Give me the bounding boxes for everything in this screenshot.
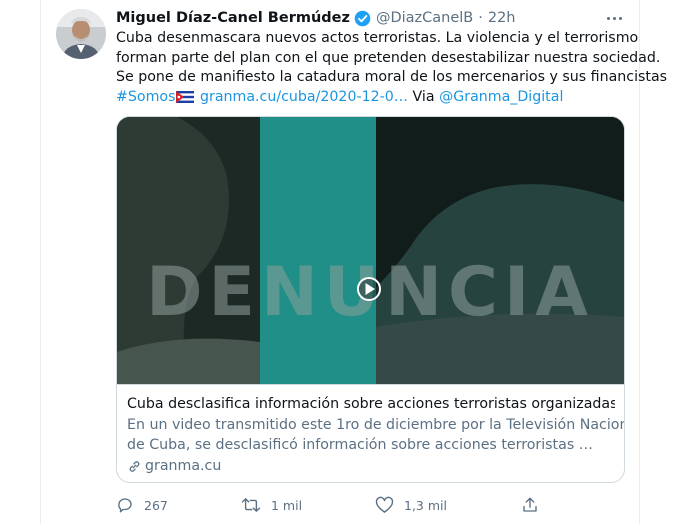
card-domain: granma.cu bbox=[127, 458, 221, 474]
hashtag-link[interactable]: #Somos bbox=[116, 89, 175, 105]
card-body[interactable]: Cuba desclasifica información sobre acci… bbox=[117, 384, 625, 482]
video-thumbnail[interactable]: DENUNCIA bbox=[117, 117, 624, 384]
timeline-border-left bbox=[40, 0, 41, 524]
url-link[interactable]: granma.cu/cuba/2020-12-0… bbox=[200, 89, 408, 105]
reply-icon bbox=[118, 498, 132, 513]
tweet-time[interactable]: 22h bbox=[488, 10, 516, 26]
tweet-actions: 267 1 mil 1,3 mil bbox=[116, 494, 628, 516]
card-description-line: En un video transmitido este 1ro de dici… bbox=[127, 417, 625, 433]
reply-button[interactable]: 267 bbox=[116, 494, 168, 516]
link-icon bbox=[129, 460, 140, 472]
author-name[interactable]: Miguel Díaz-Canel Bermúdez bbox=[116, 10, 350, 26]
card-title: Cuba desclasifica información sobre acci… bbox=[127, 396, 615, 412]
tweet-text-line-links: #Somos granma.cu/cuba/2020-12-0… Via @Gr… bbox=[116, 88, 628, 108]
reply-count: 267 bbox=[144, 497, 168, 513]
tweet-header: Miguel Díaz-Canel Bermúdez @DiazCanelB ·… bbox=[116, 8, 515, 28]
share-button[interactable] bbox=[521, 494, 549, 516]
like-button[interactable]: 1,3 mil bbox=[375, 494, 447, 516]
card-description-line: de Cuba, se desclasificó información sob… bbox=[127, 436, 593, 453]
more-icon[interactable] bbox=[603, 9, 625, 27]
tweet-text-line: forman parte del plan con el que pretend… bbox=[116, 49, 661, 66]
retweet-count: 1 mil bbox=[271, 497, 303, 513]
play-icon[interactable] bbox=[357, 277, 381, 301]
tweet-text: Cuba desenmascara nuevos actos terrorist… bbox=[116, 29, 668, 108]
tweet-text-line: Cuba desenmascara nuevos actos terrorist… bbox=[116, 30, 639, 46]
via-label: Via bbox=[412, 88, 435, 105]
tweet-page: Miguel Díaz-Canel Bermúdez @DiazCanelB ·… bbox=[0, 0, 699, 524]
like-icon bbox=[375, 496, 394, 513]
header-separator: · bbox=[478, 10, 483, 26]
retweet-icon bbox=[241, 498, 261, 512]
retweet-button[interactable]: 1 mil bbox=[241, 494, 302, 516]
card-domain-text: granma.cu bbox=[145, 458, 222, 474]
author-handle[interactable]: @DiazCanelB bbox=[376, 10, 473, 26]
link-card[interactable]: DENUNCIA Cuba desclasifica información s… bbox=[116, 116, 625, 483]
flag-cuba-icon bbox=[176, 90, 195, 103]
like-count: 1,3 mil bbox=[404, 497, 447, 513]
share-icon bbox=[523, 497, 537, 512]
card-description: En un video transmitido este 1ro de dici… bbox=[127, 416, 625, 455]
verified-badge-icon bbox=[354, 10, 371, 26]
tweet-text-line: Se pone de manifiesto la catadura moral … bbox=[116, 69, 668, 85]
mention-link[interactable]: @Granma_Digital bbox=[439, 89, 563, 105]
avatar[interactable] bbox=[56, 9, 106, 59]
